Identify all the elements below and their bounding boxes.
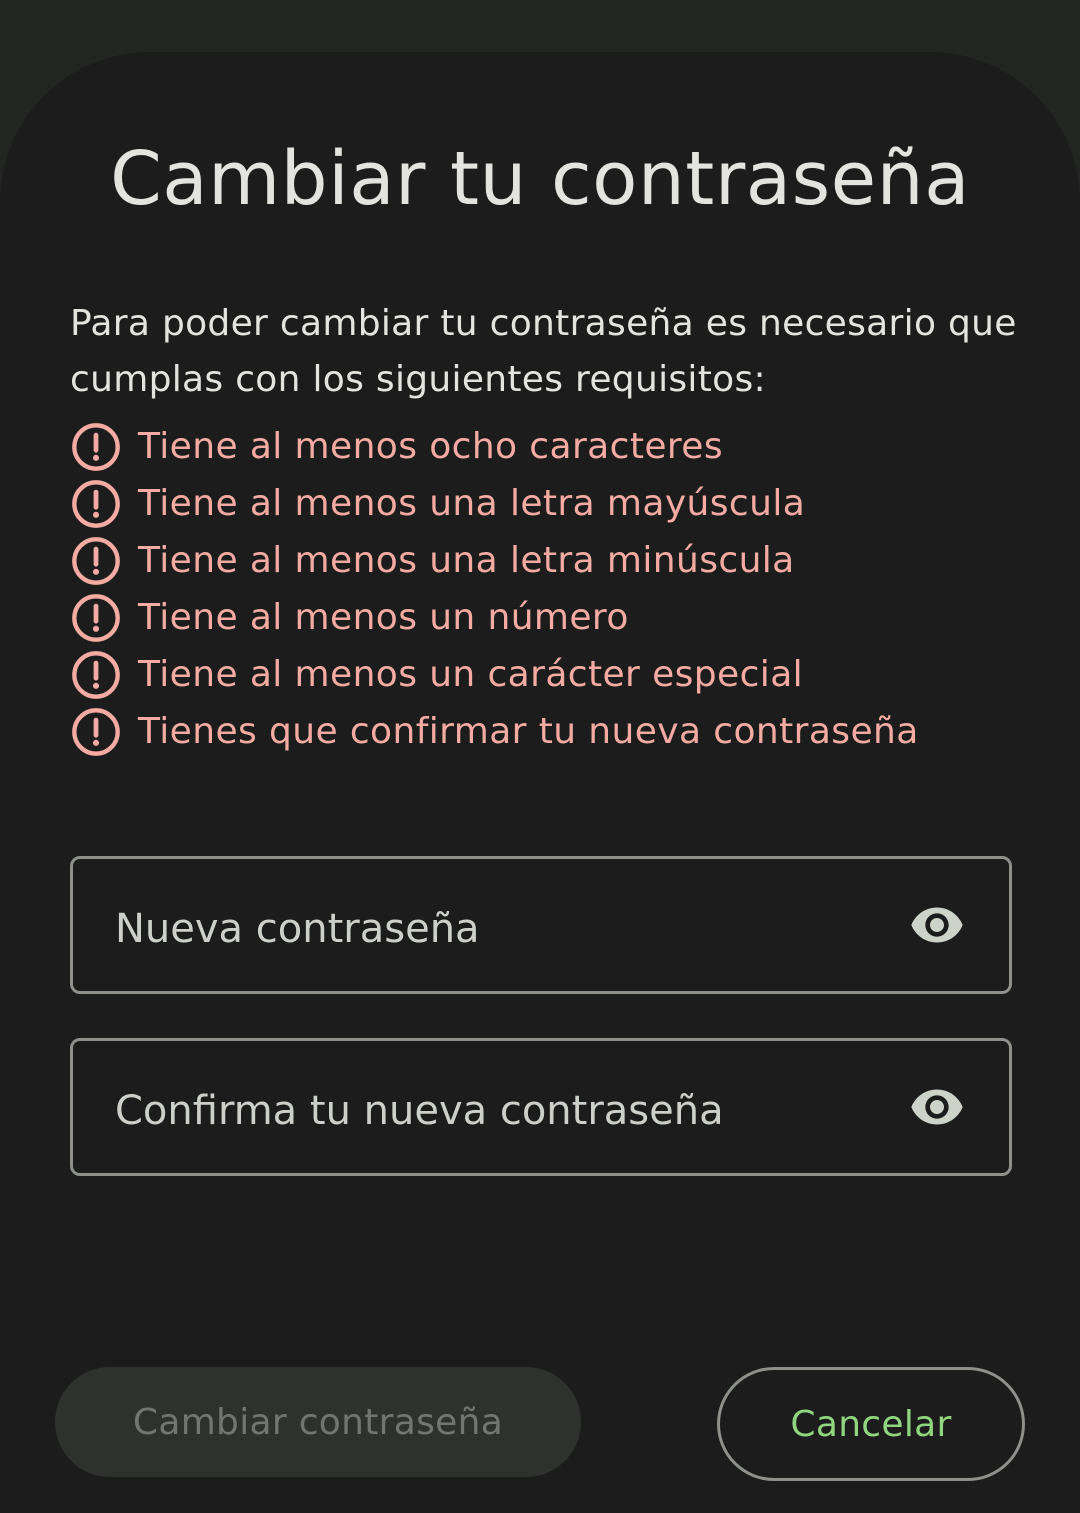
requirement-text: Tiene al menos ocho caracteres (138, 426, 723, 467)
requirement-text: Tiene al menos una letra mayúscula (138, 483, 806, 524)
eye-icon[interactable] (905, 1079, 969, 1135)
requirement-text: Tienes que confirmar tu nueva contraseña (138, 711, 919, 752)
requirement-text: Tiene al menos un número (138, 597, 629, 638)
requirement-number: Tiene al menos un número (70, 589, 919, 646)
confirm-password-field (70, 1038, 1012, 1176)
requirement-lowercase: Tiene al menos una letra minúscula (70, 532, 919, 589)
alert-circle-icon (72, 422, 120, 471)
requirement-text: Tiene al menos una letra minúscula (138, 540, 795, 581)
alert-circle-icon (72, 536, 120, 585)
requirement-uppercase: Tiene al menos una letra mayúscula (70, 475, 919, 532)
alert-circle-icon (72, 593, 120, 642)
dialog-description: Para poder cambiar tu contraseña es nece… (70, 303, 1017, 400)
eye-icon[interactable] (905, 897, 969, 953)
confirm-password-input[interactable] (115, 1041, 875, 1173)
requirement-confirm: Tienes que confirmar tu nueva contraseña (70, 703, 919, 760)
alert-circle-icon (72, 479, 120, 528)
cancel-button[interactable]: Cancelar (717, 1367, 1025, 1481)
alert-circle-icon (72, 650, 120, 699)
requirement-min-length: Tiene al menos ocho caracteres (70, 418, 919, 475)
requirement-special-char: Tiene al menos un carácter especial (70, 646, 919, 703)
change-password-button[interactable]: Cambiar contraseña (55, 1367, 581, 1477)
new-password-input[interactable] (115, 859, 875, 991)
requirement-text: Tiene al menos un carácter especial (138, 654, 804, 695)
alert-circle-icon (72, 707, 120, 756)
new-password-field (70, 856, 1012, 994)
requirements-list: Tiene al menos ocho caracteres Tiene al … (70, 418, 919, 760)
change-password-dialog: Cambiar tu contraseña Para poder cambiar… (0, 52, 1080, 1513)
dialog-title: Cambiar tu contraseña (110, 136, 970, 222)
